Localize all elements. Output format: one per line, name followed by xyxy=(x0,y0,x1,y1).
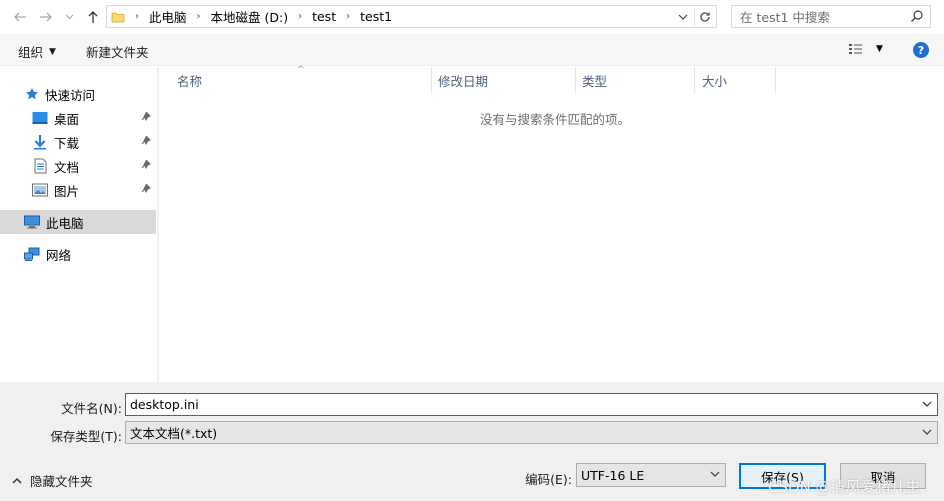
empty-results-message: 没有与搜索条件匹配的项。 xyxy=(480,112,631,127)
help-icon[interactable]: ? xyxy=(913,42,929,58)
folder-icon xyxy=(111,12,125,22)
column-header-date[interactable]: 修改日期 xyxy=(432,67,576,94)
filetype-select[interactable]: 文本文档(*.txt) xyxy=(125,421,938,444)
sidebar-item-label: 图片 xyxy=(54,183,80,199)
sidebar-item-label: 此电脑 xyxy=(46,215,84,231)
up-arrow-icon[interactable] xyxy=(83,7,103,27)
breadcrumb-item[interactable]: test1 xyxy=(360,9,392,24)
download-arrow-icon xyxy=(32,134,48,150)
pin-icon xyxy=(141,111,151,122)
desktop-icon xyxy=(32,110,48,126)
computer-icon xyxy=(24,214,40,230)
search-placeholder: 在 test1 中搜索 xyxy=(740,10,830,25)
encoding-value: UTF-16 LE xyxy=(581,467,645,483)
encoding-label: 编码(E): xyxy=(525,472,572,487)
chevron-up-icon xyxy=(12,477,22,484)
sidebar-item-label: 网络 xyxy=(46,247,72,263)
search-input[interactable]: 在 test1 中搜索 xyxy=(731,5,931,28)
sidebar-item-quick-access[interactable]: 快速访问 xyxy=(0,82,156,106)
sort-ascending-icon: ^ xyxy=(297,65,305,75)
filename-value: desktop.ini xyxy=(130,397,199,412)
hide-folders-toggle[interactable]: 隐藏文件夹 xyxy=(12,471,93,490)
sidebar-item-label: 下载 xyxy=(54,135,80,151)
search-icon[interactable] xyxy=(910,9,924,23)
refresh-icon[interactable] xyxy=(694,8,714,26)
sidebar-item-this-pc[interactable]: 此电脑 xyxy=(0,210,156,234)
sidebar-item-label: 桌面 xyxy=(54,111,80,127)
navigation-pane: 快速访问 桌面 下载 文档 图片 此电脑 网络 xyxy=(0,67,157,382)
forward-arrow-icon[interactable] xyxy=(36,7,56,27)
filename-label: 文件名(N): xyxy=(61,401,122,416)
hide-folders-label: 隐藏文件夹 xyxy=(30,474,93,489)
column-header-label: 名称 xyxy=(177,74,203,89)
chevron-down-icon: ▼ xyxy=(876,44,883,54)
column-header-size[interactable]: 大小 xyxy=(695,67,776,94)
chevron-down-icon xyxy=(710,471,720,477)
sidebar-item-pictures[interactable]: 图片 xyxy=(0,178,156,202)
breadcrumb: › 此电脑 › 本地磁盘 (D:) › test › test1 xyxy=(125,7,392,26)
back-arrow-icon[interactable] xyxy=(10,7,30,27)
chevron-down-icon: ▼ xyxy=(49,46,56,57)
pin-icon xyxy=(141,135,151,146)
column-header-name[interactable]: 名称 ^ xyxy=(159,65,432,94)
filetype-label: 保存类型(T): xyxy=(50,429,122,444)
star-icon xyxy=(24,86,40,102)
encoding-select[interactable]: UTF-16 LE xyxy=(576,463,726,487)
breadcrumb-separator-icon: › xyxy=(196,11,201,22)
column-header-label: 大小 xyxy=(702,74,728,89)
breadcrumb-separator-icon: › xyxy=(135,11,139,22)
picture-icon xyxy=(32,182,48,198)
sidebar-item-label: 文档 xyxy=(54,159,80,175)
details-view-icon xyxy=(849,44,862,54)
column-header-label: 修改日期 xyxy=(438,74,489,89)
address-bar[interactable]: › 此电脑 › 本地磁盘 (D:) › test › test1 xyxy=(106,5,717,28)
breadcrumb-item[interactable]: 本地磁盘 (D:) xyxy=(211,7,289,26)
address-dropdown-icon[interactable] xyxy=(676,9,690,25)
command-toolbar: 组织 ▼ 新建文件夹 ▼ ? xyxy=(0,34,944,66)
filetype-value: 文本文档(*.txt) xyxy=(130,426,218,441)
chevron-down-icon xyxy=(922,429,932,435)
sidebar-item-downloads[interactable]: 下载 xyxy=(0,130,156,154)
document-icon xyxy=(32,158,48,174)
change-view-button[interactable]: ▼ xyxy=(848,42,883,56)
new-folder-label: 新建文件夹 xyxy=(86,45,149,60)
organize-label: 组织 xyxy=(18,45,44,60)
column-header-type[interactable]: 类型 xyxy=(576,67,695,94)
breadcrumb-item[interactable]: 此电脑 xyxy=(149,7,187,26)
sidebar-item-label: 快速访问 xyxy=(45,87,96,103)
sidebar-item-network[interactable]: 网络 xyxy=(0,242,156,266)
sidebar-item-desktop[interactable]: 桌面 xyxy=(0,106,156,130)
breadcrumb-item[interactable]: test xyxy=(312,9,336,24)
column-header-label: 类型 xyxy=(582,74,608,89)
filename-combobox[interactable]: desktop.ini xyxy=(125,393,938,416)
sidebar-item-documents[interactable]: 文档 xyxy=(0,154,156,178)
breadcrumb-separator-icon: › xyxy=(346,11,351,22)
address-row: › 此电脑 › 本地磁盘 (D:) › test › test1 在 test1… xyxy=(0,0,944,34)
new-folder-button[interactable]: 新建文件夹 xyxy=(86,42,149,61)
chevron-down-icon[interactable] xyxy=(921,398,933,410)
recent-dropdown-icon[interactable] xyxy=(62,7,76,27)
pin-icon xyxy=(141,159,151,170)
organize-button[interactable]: 组织 ▼ xyxy=(18,42,56,61)
breadcrumb-separator-icon: › xyxy=(298,11,303,22)
file-list: 名称 ^ 修改日期 类型 大小 没有与搜索条件匹配的项。 xyxy=(159,65,944,382)
network-icon xyxy=(24,246,40,262)
watermark-text: CSDN @清风爱猪儿虫 xyxy=(768,478,921,496)
pin-icon xyxy=(141,183,151,194)
